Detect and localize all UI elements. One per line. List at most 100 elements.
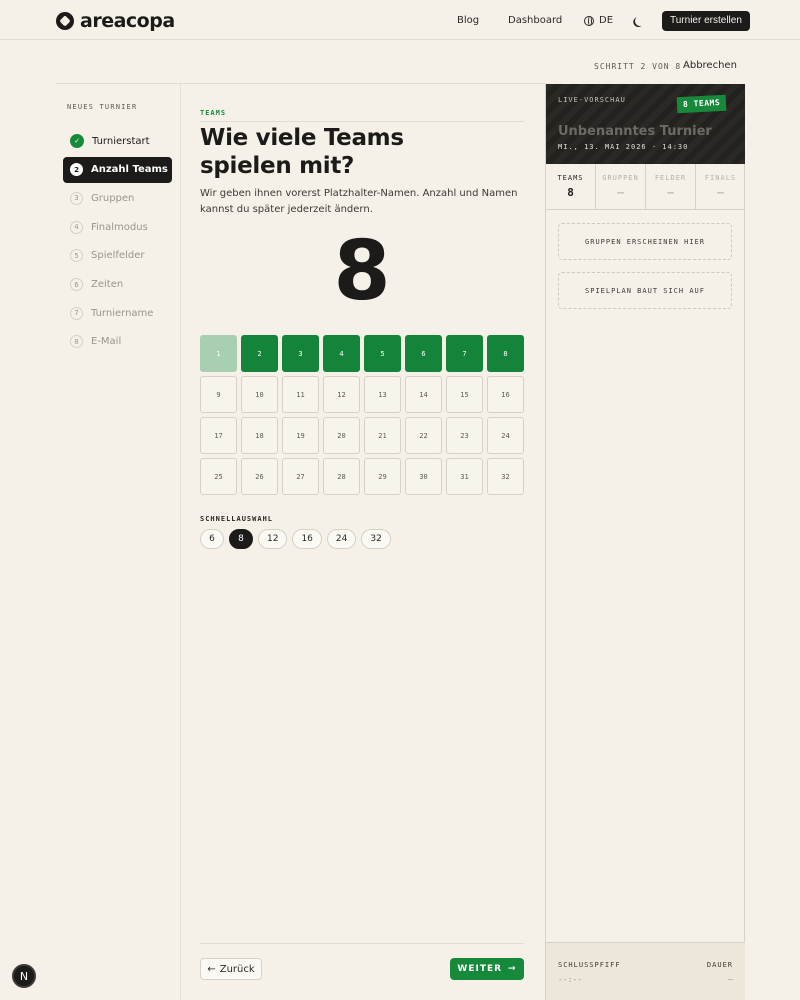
title-line-2: spielen mit? [200,153,355,179]
step-label: Turnierstart [92,135,150,147]
preview-header: LIVE-VORSCHAU 8 TEAMS Unbenanntes Turnie… [546,84,745,164]
step-number: 7 [70,306,83,320]
back-button[interactable]: ← Zurück [200,958,262,980]
sidebar-step[interactable]: 3 Gruppen [63,185,172,211]
stat-fields: FELDER — [646,164,696,209]
team-count-cell[interactable]: 27 [282,458,319,495]
create-tournament-button[interactable]: Turnier erstellen [662,11,750,31]
team-count-cell[interactable]: 32 [487,458,524,495]
sidebar-step[interactable]: 7 Turniername [63,300,172,326]
team-count-cell[interactable]: 26 [241,458,278,495]
step-number: 2 [70,163,83,177]
page-title: Wie viele Teams spielen mit? [200,124,530,180]
step-number: 5 [70,249,83,263]
quick-select-option[interactable]: 8 [229,529,253,549]
stat-value: — [617,186,624,199]
team-count-cell[interactable]: 28 [323,458,360,495]
step-indicator: SCHRITT 2 VON 8 [594,62,682,71]
step-number: 3 [70,191,83,205]
live-preview-panel: LIVE-VORSCHAU 8 TEAMS Unbenanntes Turnie… [545,84,745,1000]
stat-value: — [667,186,674,199]
duration-value: — [728,975,733,984]
sidebar-step[interactable]: 2 Anzahl Teams [63,156,172,183]
team-count-cell[interactable]: 29 [364,458,401,495]
step-number: 4 [70,220,83,234]
title-line-1: Wie viele Teams [200,125,404,151]
team-count-cell[interactable]: 20 [323,417,360,454]
step-label: Gruppen [91,192,135,204]
team-count-cell[interactable]: 18 [241,417,278,454]
quick-select-option[interactable]: 16 [292,529,322,549]
soccer-ball-icon [56,12,74,30]
sidebar-step[interactable]: 8 E-Mail [63,329,172,355]
team-count-cell[interactable]: 4 [323,335,360,372]
wizard-sidebar: NEUES TURNIER ✓ Turnierstart 2 Anzahl Teams… [56,84,181,1000]
globe-icon[interactable] [584,16,594,26]
team-count-grid: 1 2 3 4 5 6 7 8 9 10 11 12 13 14 15 16 17 18 19 20 21 22 23 24 2… [200,335,524,495]
duration-label: DAUER [706,961,733,969]
team-count-cell[interactable]: 31 [446,458,483,495]
stat-teams: TEAMS 8 [546,164,596,209]
team-count-cell[interactable]: 14 [405,376,442,413]
quick-select-options: 6 8 12 16 24 32 [200,529,391,549]
sidebar-step[interactable]: 6 Zeiten [63,272,172,298]
cancel-link[interactable]: Abbrechen [683,60,737,71]
team-count-cell[interactable]: 24 [487,417,524,454]
quick-select-option[interactable]: 12 [258,529,288,549]
stat-finals: FINALS — [696,164,745,209]
team-count-cell[interactable]: 6 [405,335,442,372]
step-label: Turniername [91,307,154,319]
team-count-cell[interactable]: 2 [241,335,278,372]
quick-select-option[interactable]: 6 [200,529,224,549]
logo-text: areacopa [80,10,175,32]
team-count-cell[interactable]: 16 [487,376,524,413]
next-button[interactable]: WEITER → [450,958,524,980]
team-count-cell[interactable]: 30 [405,458,442,495]
team-count-display: 8 [333,224,391,319]
sidebar-step[interactable]: ✓ Turnierstart [63,128,172,154]
language-switch[interactable]: DE [599,15,613,26]
team-count-cell[interactable]: 13 [364,376,401,413]
step-label: Spielfelder [91,250,145,262]
divider [200,943,524,944]
step-number: 6 [70,278,83,291]
sidebar-step[interactable]: 5 Spielfelder [63,243,172,269]
team-count-cell[interactable]: 19 [282,417,319,454]
step-label: E-Mail [91,336,122,348]
team-count-cell[interactable]: 9 [200,376,237,413]
check-icon: ✓ [70,134,84,148]
description: Wir geben ihnen vorerst Platzhalter-Name… [200,188,518,215]
top-navigation: areacopa Blog Dashboard DE Turnier erste… [0,0,800,40]
moon-icon[interactable] [633,14,647,28]
next-label: WEITER [457,964,503,974]
section-kicker: TEAMS [200,109,227,117]
team-count-cell[interactable]: 22 [405,417,442,454]
team-count-cell[interactable]: 5 [364,335,401,372]
team-count-cell[interactable]: 17 [200,417,237,454]
team-count-cell[interactable]: 25 [200,458,237,495]
logo[interactable]: areacopa [56,10,175,32]
nav-link-dashboard[interactable]: Dashboard [508,15,562,26]
quick-select-option[interactable]: 32 [361,529,391,549]
preview-kicker: LIVE-VORSCHAU [558,96,626,104]
sidebar-title: NEUES TURNIER [67,103,138,111]
team-count-cell[interactable]: 8 [487,335,524,372]
team-count-cell[interactable]: 7 [446,335,483,372]
nav-link-blog[interactable]: Blog [457,15,479,26]
divider [200,121,524,122]
team-count-badge: 8 TEAMS [676,94,727,114]
team-count-cell[interactable]: 11 [282,376,319,413]
preview-title: Unbenanntes Turnier [558,124,712,139]
quick-select-option[interactable]: 24 [326,529,357,549]
stat-value: 8 [567,186,574,199]
team-count-cell[interactable]: 1 [200,335,237,372]
stat-label: GRUPPEN [602,174,639,182]
team-count-cell[interactable]: 12 [323,376,360,413]
team-count-cell[interactable]: 21 [364,417,401,454]
team-count-cell[interactable]: 3 [282,335,319,372]
team-count-cell[interactable]: 23 [446,417,483,454]
dev-tools-badge[interactable]: N [12,964,36,988]
team-count-cell[interactable]: 10 [241,376,278,413]
sidebar-step[interactable]: 4 Finalmodus [63,214,172,240]
team-count-cell[interactable]: 15 [446,376,483,413]
